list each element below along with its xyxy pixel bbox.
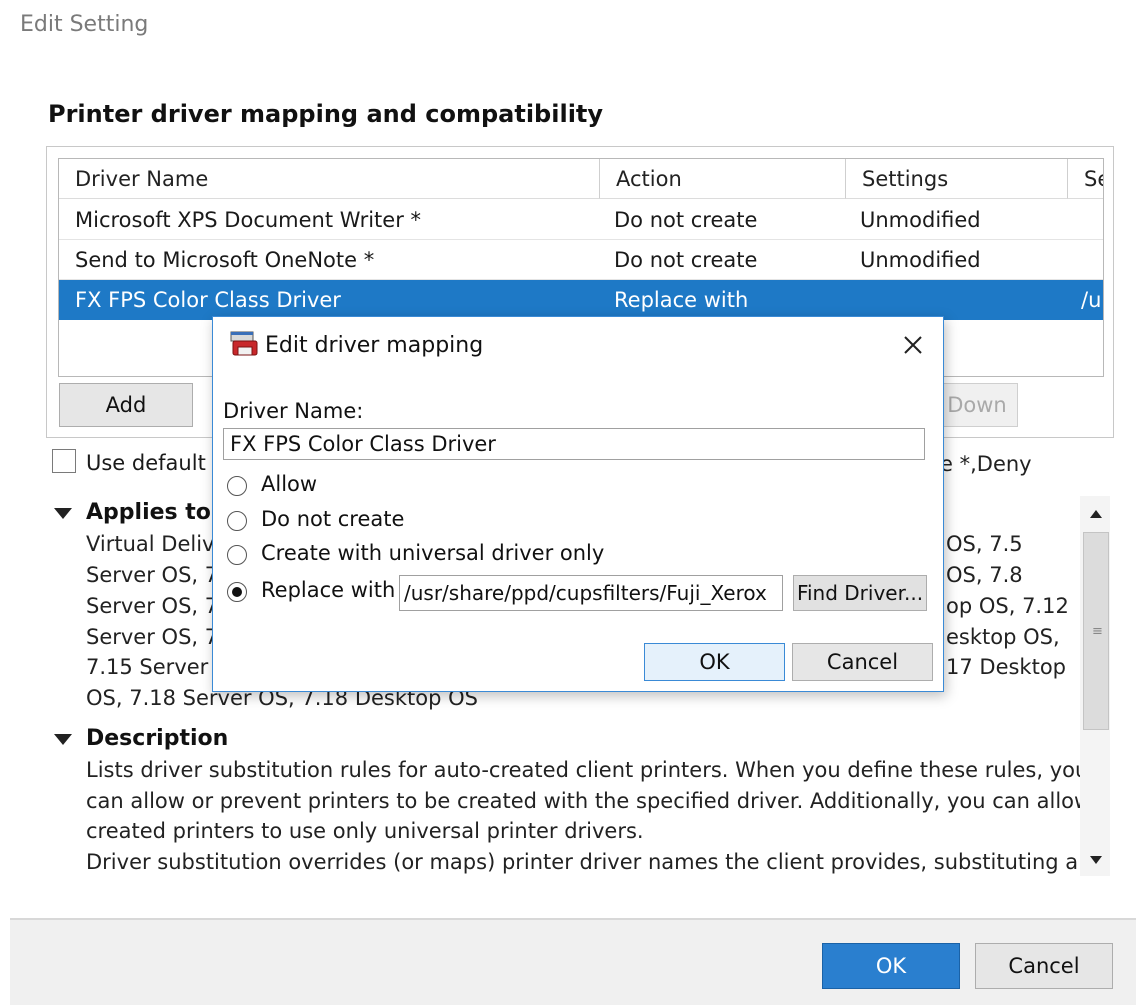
radio-allow-label[interactable]: Allow xyxy=(261,472,317,496)
replace-path-input[interactable] xyxy=(399,575,783,611)
radio-allow[interactable] xyxy=(227,476,247,496)
use-default-label: Use default v xyxy=(86,451,206,475)
edit-driver-mapping-dialog: Edit driver mapping Driver Name: Allow D… xyxy=(212,316,944,692)
column-header-extra[interactable]: Se xyxy=(1068,159,1103,199)
radio-do-not-create[interactable] xyxy=(227,511,247,531)
ok-button[interactable]: OK xyxy=(822,943,960,989)
grip-icon: ≡ xyxy=(1092,624,1103,639)
collapse-triangle-icon[interactable] xyxy=(54,734,72,745)
applies-line-tail: op OS, 7.12 xyxy=(946,594,1069,618)
description-line: Lists driver substitution rules for auto… xyxy=(86,758,1089,782)
radio-replace-with[interactable] xyxy=(227,582,247,602)
column-header-action[interactable]: Action xyxy=(600,159,846,199)
radio-do-not-create-label[interactable]: Do not create xyxy=(261,507,404,531)
cell-driver-name: Microsoft XPS Document Writer * xyxy=(75,208,422,232)
cancel-button[interactable]: Cancel xyxy=(975,943,1113,989)
cell-extra: /u xyxy=(1081,288,1102,312)
cell-action: Do not create xyxy=(614,248,758,272)
default-value-text: e *,Deny xyxy=(940,452,1032,476)
column-header-driver-name[interactable]: Driver Name xyxy=(59,159,600,199)
radio-replace-with-label[interactable]: Replace with xyxy=(261,578,395,602)
table-row-selected[interactable]: FX FPS Color Class Driver Replace with /… xyxy=(59,280,1103,320)
dialog-cancel-button[interactable]: Cancel xyxy=(792,643,933,681)
section-heading: Printer driver mapping and compatibility xyxy=(48,100,604,128)
cell-action: Replace with xyxy=(614,288,749,312)
description-title: Description xyxy=(86,726,229,751)
applies-line-tail: OS, 7.5 xyxy=(946,532,1023,556)
description-line: Driver substitution overrides (or maps) … xyxy=(86,850,1092,874)
move-down-button[interactable]: Down xyxy=(936,383,1018,427)
cell-settings: Unmodified xyxy=(860,248,981,272)
table-row[interactable]: Send to Microsoft OneNote * Do not creat… xyxy=(59,240,1103,280)
cell-driver-name: FX FPS Color Class Driver xyxy=(75,288,341,312)
applies-line: Virtual Delive xyxy=(86,532,228,556)
applies-line-tail: OS, 7.8 xyxy=(946,563,1023,587)
scroll-up-arrow-icon[interactable] xyxy=(1090,510,1102,518)
column-header-settings[interactable]: Settings xyxy=(846,159,1068,199)
cell-settings: Unmodified xyxy=(860,208,981,232)
printer-icon xyxy=(230,331,258,356)
applies-line: 7.15 Server C xyxy=(86,655,230,679)
find-driver-button[interactable]: Find Driver... xyxy=(793,575,927,611)
cell-action: Do not create xyxy=(614,208,758,232)
cell-driver-name: Send to Microsoft OneNote * xyxy=(75,248,375,272)
window-title: Edit Setting xyxy=(20,12,149,37)
scroll-down-arrow-icon[interactable] xyxy=(1090,856,1102,864)
applies-line-tail: 17 Desktop xyxy=(946,655,1067,679)
radio-universal-only[interactable] xyxy=(227,545,247,565)
close-icon[interactable] xyxy=(899,331,927,359)
driver-name-input[interactable] xyxy=(223,428,925,460)
applies-line: Server OS, 7. xyxy=(86,594,225,618)
dialog-footer xyxy=(10,918,1136,1005)
driver-name-label: Driver Name: xyxy=(223,399,364,423)
applies-line: Server OS, 7. xyxy=(86,563,225,587)
applies-line-tail: esktop OS, xyxy=(946,625,1060,649)
dialog-title: Edit driver mapping xyxy=(265,333,484,358)
collapse-triangle-icon[interactable] xyxy=(54,508,72,519)
use-default-checkbox[interactable] xyxy=(52,449,76,473)
description-line: can allow or prevent printers to be crea… xyxy=(86,789,1092,813)
radio-universal-only-label[interactable]: Create with universal driver only xyxy=(261,541,604,565)
add-button[interactable]: Add xyxy=(59,383,193,427)
description-line: created printers to use only universal p… xyxy=(86,819,644,843)
applies-line: Server OS, 7. xyxy=(86,625,225,649)
dialog-ok-button[interactable]: OK xyxy=(644,643,785,681)
table-row[interactable]: Microsoft XPS Document Writer * Do not c… xyxy=(59,200,1103,240)
